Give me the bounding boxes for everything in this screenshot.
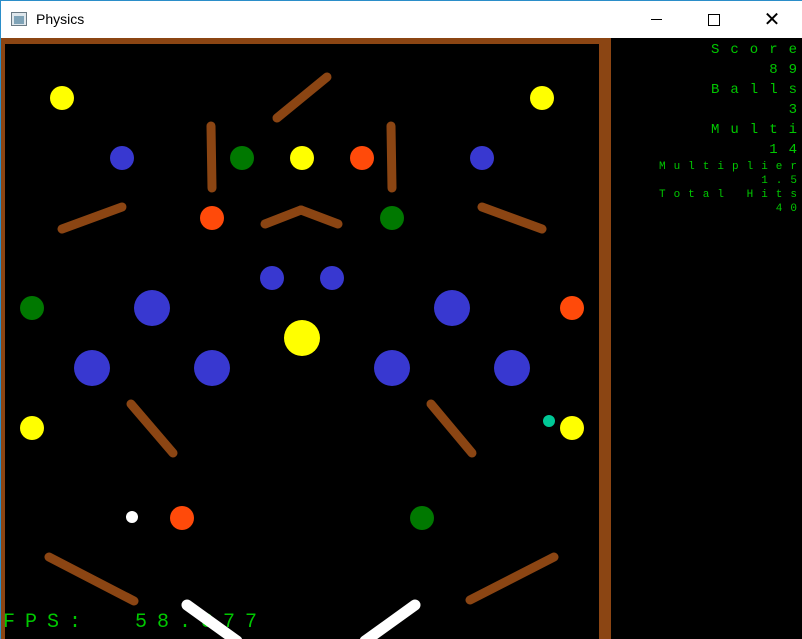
minimize-icon xyxy=(650,19,662,20)
score-label: Score xyxy=(710,42,802,58)
close-button[interactable]: ✕ xyxy=(743,1,801,38)
orange-bumper xyxy=(560,296,584,320)
orange-bumper xyxy=(200,206,224,230)
blue-bumper-large xyxy=(434,290,470,326)
title-bar[interactable]: Physics ✕ xyxy=(1,0,802,38)
balls-label: Balls xyxy=(710,82,802,98)
right-upper-paddle xyxy=(477,202,547,234)
balls-value: 3 xyxy=(611,100,802,120)
multi-value: 14 xyxy=(769,142,797,158)
maximize-icon xyxy=(708,13,720,26)
center-chevron-right xyxy=(296,205,343,229)
green-bumper xyxy=(20,296,44,320)
multiplier-label: Multiplier xyxy=(658,161,802,173)
blue-bumper xyxy=(110,146,134,170)
teal-ball xyxy=(543,415,555,427)
left-upper-paddle xyxy=(57,202,127,234)
score-panel: Score 89 Balls 3 Multi 14 Multiplier 1.5… xyxy=(611,38,797,216)
green-bumper xyxy=(230,146,254,170)
left-lane-post xyxy=(206,121,217,193)
green-bumper xyxy=(410,506,434,530)
window-title: Physics xyxy=(36,11,85,27)
pinball xyxy=(126,511,138,523)
multi-label: Multi xyxy=(710,122,802,138)
close-icon: ✕ xyxy=(763,8,781,31)
yellow-bumper xyxy=(530,86,554,110)
right-flipper[interactable] xyxy=(359,599,421,639)
multiplier-value: 1.5 xyxy=(761,175,802,187)
blue-bumper-large xyxy=(134,290,170,326)
score-value: 89 xyxy=(769,62,797,78)
yellow-bumper xyxy=(50,86,74,110)
app-window-icon xyxy=(11,12,27,26)
center-chevron-left xyxy=(260,205,306,229)
maximize-button[interactable] xyxy=(685,1,743,38)
right-lane-post xyxy=(386,121,397,193)
orange-bumper xyxy=(170,506,194,530)
game-window: Physics ✕ Score 89 Balls 3 Multi 14 Mult… xyxy=(0,0,802,639)
left-slingshot-paddle xyxy=(126,399,178,458)
pinball-board xyxy=(20,72,584,639)
blue-bumper-large xyxy=(74,350,110,386)
blue-bumper xyxy=(320,266,344,290)
right-slingshot-paddle xyxy=(426,399,477,458)
blue-bumper-large xyxy=(194,350,230,386)
right-outlane-guide xyxy=(465,552,559,605)
left-outlane-guide xyxy=(44,552,139,606)
blue-bumper-large xyxy=(494,350,530,386)
minimize-button[interactable] xyxy=(627,1,685,38)
yellow-bumper xyxy=(20,416,44,440)
yellow-bumper-large xyxy=(284,320,320,356)
top-deflector-paddle xyxy=(272,72,332,123)
total-hits-value: 40 xyxy=(775,203,802,215)
yellow-bumper xyxy=(290,146,314,170)
blue-bumper xyxy=(260,266,284,290)
green-bumper xyxy=(380,206,404,230)
blue-bumper xyxy=(470,146,494,170)
left-flipper[interactable] xyxy=(181,599,243,639)
yellow-bumper xyxy=(560,416,584,440)
orange-bumper xyxy=(350,146,374,170)
blue-bumper-large xyxy=(374,350,410,386)
total-hits-label: Total Hits xyxy=(658,189,802,201)
